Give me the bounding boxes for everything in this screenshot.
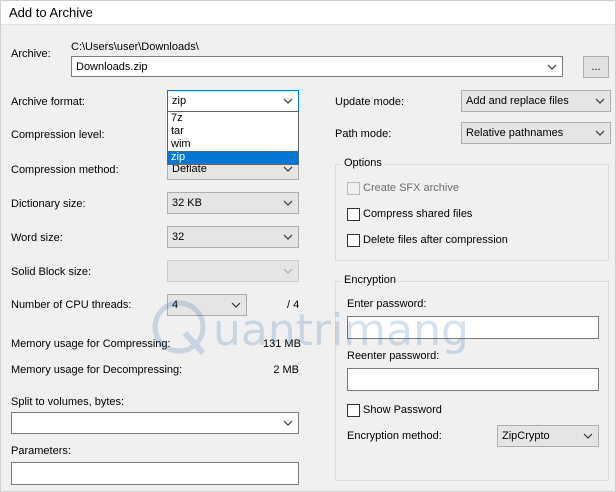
chevron-down-icon <box>547 64 557 70</box>
compress-shared-label: Compress shared files <box>363 208 473 220</box>
cpu-threads-label: Number of CPU threads: <box>11 299 132 311</box>
update-mode-label: Update mode: <box>335 96 405 108</box>
word-size-select[interactable]: 32 <box>167 226 299 248</box>
path-mode-select[interactable]: Relative pathnames <box>461 122 611 144</box>
archive-format-option-tar[interactable]: tar <box>168 125 298 138</box>
update-mode-value: Add and replace files <box>466 95 569 107</box>
archive-path-text: C:\Users\user\Downloads\ <box>71 41 199 53</box>
dictionary-size-select[interactable]: 32 KB <box>167 192 299 214</box>
path-mode-label: Path mode: <box>335 128 392 140</box>
archive-name-combo[interactable]: Downloads.zip <box>71 56 563 77</box>
enter-password-input[interactable] <box>347 316 599 339</box>
archive-format-option-zip[interactable]: zip <box>168 151 298 164</box>
archive-format-select[interactable]: zip <box>167 90 299 112</box>
archive-format-option-7z[interactable]: 7z <box>168 112 298 125</box>
create-sfx-checkbox <box>347 182 360 195</box>
chevron-down-icon <box>283 200 293 206</box>
archive-format-dropdown: 7z tar wim zip <box>167 111 299 165</box>
add-to-archive-dialog: Add to Archive Archive: C:\Users\user\Do… <box>0 0 616 492</box>
chevron-down-icon <box>231 302 241 308</box>
chevron-down-icon <box>595 130 605 136</box>
browse-button[interactable]: ... <box>583 56 609 78</box>
encryption-method-select[interactable]: ZipCrypto <box>497 425 599 447</box>
update-mode-select[interactable]: Add and replace files <box>461 90 611 112</box>
options-group-title: Options <box>342 157 384 169</box>
memory-decompress-value: 2 MB <box>273 364 299 376</box>
compress-shared-checkbox[interactable] <box>347 208 360 221</box>
archive-format-option-wim[interactable]: wim <box>168 138 298 151</box>
chevron-down-icon <box>583 433 593 439</box>
memory-decompress-label: Memory usage for Decompressing: <box>11 364 183 376</box>
split-volumes-label: Split to volumes, bytes: <box>11 396 125 408</box>
title-bar[interactable]: Add to Archive <box>1 1 615 25</box>
archive-format-value: zip <box>172 95 187 107</box>
chevron-down-icon <box>595 98 605 104</box>
chevron-down-icon <box>283 234 293 240</box>
encryption-method-label: Encryption method: <box>347 430 442 442</box>
cpu-threads-max: / 4 <box>287 299 300 311</box>
chevron-down-icon <box>283 420 293 426</box>
dictionary-size-label: Dictionary size: <box>11 198 86 210</box>
word-size-value: 32 <box>172 231 185 243</box>
encryption-method-value: ZipCrypto <box>502 430 550 442</box>
reenter-password-label: Reenter password: <box>347 350 440 362</box>
archive-label: Archive: <box>11 48 51 60</box>
enter-password-label: Enter password: <box>347 298 427 310</box>
reenter-password-input[interactable] <box>347 368 599 391</box>
dictionary-size-value: 32 KB <box>172 197 202 209</box>
solid-block-select <box>167 260 299 282</box>
archive-format-label: Archive format: <box>11 96 85 108</box>
archive-name-value: Downloads.zip <box>76 61 148 73</box>
cpu-threads-value: 4 <box>172 299 179 311</box>
path-mode-value: Relative pathnames <box>466 127 564 139</box>
show-password-checkbox[interactable] <box>347 404 360 417</box>
compression-level-label: Compression level: <box>11 129 105 141</box>
encryption-group-title: Encryption <box>342 274 398 286</box>
chevron-down-icon <box>283 268 293 274</box>
word-size-label: Word size: <box>11 232 63 244</box>
split-volumes-combo[interactable] <box>11 412 299 434</box>
create-sfx-label: Create SFX archive <box>363 182 459 194</box>
memory-compress-label: Memory usage for Compressing: <box>11 338 171 350</box>
delete-after-label: Delete files after compression <box>363 234 508 246</box>
memory-compress-value: 131 MB <box>263 338 301 350</box>
compression-method-label: Compression method: <box>11 164 119 176</box>
chevron-down-icon <box>283 166 293 172</box>
delete-after-checkbox[interactable] <box>347 234 360 247</box>
parameters-label: Parameters: <box>11 445 71 457</box>
cpu-threads-select[interactable]: 4 <box>167 294 247 316</box>
parameters-input[interactable] <box>11 462 299 485</box>
window-title: Add to Archive <box>9 5 93 20</box>
chevron-down-icon <box>283 98 293 104</box>
solid-block-label: Solid Block size: <box>11 266 92 278</box>
show-password-label: Show Password <box>363 404 442 416</box>
